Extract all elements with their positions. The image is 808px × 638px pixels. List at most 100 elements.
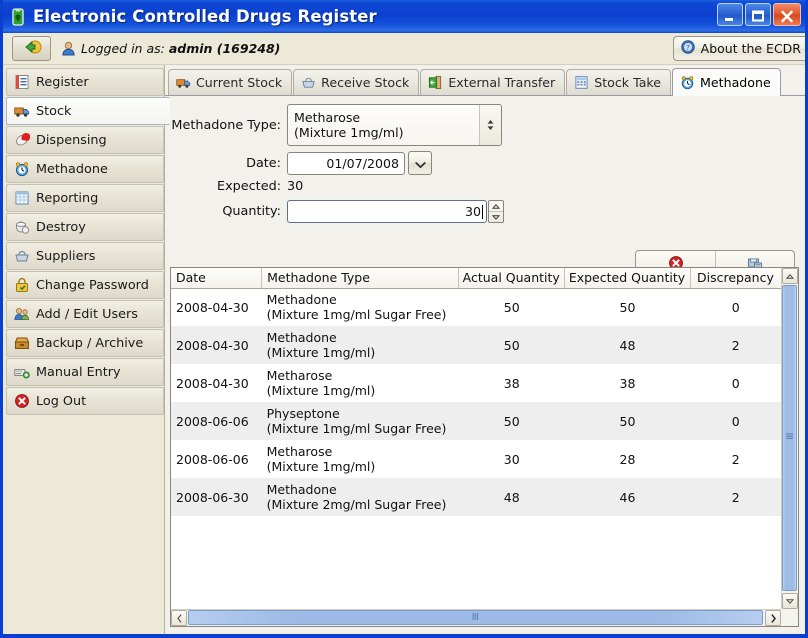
- sidebar-item-destroy[interactable]: Destroy: [6, 213, 164, 241]
- basket-icon: [301, 75, 316, 90]
- sidebar-item-stock[interactable]: Stock: [6, 97, 170, 125]
- cell-expected-quantity: 28: [619, 451, 636, 467]
- scroll-right-button[interactable]: [765, 610, 781, 626]
- cell-discrepancy: 0: [731, 413, 740, 429]
- sidebar-item-methadone[interactable]: Methadone: [6, 155, 164, 183]
- quantity-input[interactable]: 30: [287, 200, 487, 223]
- sidebar-item-register[interactable]: Register: [6, 68, 164, 96]
- sidebar-item-manual-entry[interactable]: Manual Entry: [6, 358, 164, 386]
- sidebar-item-dispensing[interactable]: Dispensing: [6, 126, 164, 154]
- table-row[interactable]: 2008-06-06 Physeptone (Mixture 1mg/ml Sug…: [171, 402, 781, 440]
- grip-icon: [785, 433, 794, 443]
- cell-expected-quantity: 50: [619, 299, 636, 315]
- cell-actual-quantity: 50: [503, 413, 520, 429]
- table-row[interactable]: 2008-06-30 Methadone (Mixture 2mg/ml Suga…: [171, 478, 781, 516]
- logged-in-status: Logged in as: admin (169248): [81, 41, 280, 56]
- archive-icon: [14, 335, 30, 351]
- methadone-type-value-line1: Metharose: [294, 110, 361, 125]
- sidebar-item-reporting[interactable]: Reporting: [6, 184, 164, 212]
- keyboard-icon: [14, 364, 30, 380]
- cell-expected-quantity: 48: [619, 337, 636, 353]
- cell-discrepancy: 2: [731, 337, 740, 353]
- maximize-button[interactable]: [745, 3, 771, 26]
- table-vertical-scrollbar[interactable]: [781, 268, 798, 609]
- table-row[interactable]: 2008-04-30 Methadone (Mixture 1mg/ml Suga…: [171, 288, 781, 326]
- expected-value: 30: [287, 179, 304, 194]
- cell-methadone-type: Methadone (Mixture 1mg/ml): [266, 330, 376, 360]
- tab-stock-take[interactable]: Stock Take: [566, 69, 672, 95]
- sidebar-item-label: Add / Edit Users: [36, 306, 138, 322]
- transfer-icon: [428, 75, 443, 90]
- table-horizontal-scrollbar[interactable]: [171, 609, 781, 626]
- about-button[interactable]: ? About the ECDR: [672, 36, 805, 61]
- scroll-down-button[interactable]: [782, 593, 798, 609]
- grip-icon: [472, 612, 479, 624]
- sidebar: Register Stock Dispensing Methadone Repo…: [3, 65, 170, 634]
- minimize-button[interactable]: [717, 3, 743, 26]
- table-row[interactable]: 2008-06-06 Metharose (Mixture 1mg/ml) 30 …: [171, 440, 781, 478]
- scroll-thumb-horizontal[interactable]: [188, 610, 763, 625]
- column-header-expected-quantity[interactable]: Expected Quantity: [564, 268, 691, 289]
- cell-actual-quantity: 48: [503, 489, 520, 505]
- stock-take-table-container: Date Methadone Type Actual Quantity Expe…: [170, 267, 799, 627]
- methadone-type-select[interactable]: Metharose (Mixture 1mg/ml): [287, 104, 502, 146]
- date-input[interactable]: 01/07/2008: [287, 151, 405, 175]
- tab-receive-stock[interactable]: Receive Stock: [293, 69, 420, 95]
- cell-discrepancy: 0: [731, 299, 740, 315]
- cell-actual-quantity: 50: [503, 299, 520, 315]
- users-icon: [14, 306, 30, 322]
- minimize-icon: [723, 8, 737, 21]
- column-header-methadone-type[interactable]: Methadone Type: [261, 268, 460, 289]
- column-header-actual-quantity[interactable]: Actual Quantity: [458, 268, 566, 289]
- methadone-history-table: Date Methadone Type Actual Quantity Expe…: [171, 268, 781, 516]
- table-row[interactable]: 2008-04-30 Metharose (Mixture 1mg/ml) 38 …: [171, 364, 781, 402]
- date-value: 01/07/2008: [326, 155, 399, 171]
- switch-user-button[interactable]: [12, 36, 51, 61]
- window-controls: [717, 3, 801, 26]
- tab-label: Current Stock: [196, 75, 283, 90]
- tab-methadone[interactable]: Methadone: [672, 68, 781, 96]
- date-picker-button[interactable]: [408, 151, 432, 175]
- column-header-discrepancy[interactable]: Discrepancy: [690, 268, 781, 289]
- table-header-row: Date Methadone Type Actual Quantity Expe…: [171, 268, 781, 289]
- cell-methadone-type: Physeptone (Mixture 1mg/ml Sugar Free): [266, 406, 447, 436]
- tab-label: Methadone: [700, 75, 771, 90]
- application-window: Electronic Controlled Drugs Register Log…: [0, 0, 808, 638]
- table-row[interactable]: 2008-04-30 Methadone (Mixture 1mg/ml) 50 …: [171, 326, 781, 364]
- scroll-thumb-vertical[interactable]: [782, 285, 797, 591]
- cell-actual-quantity: 50: [503, 337, 520, 353]
- sidebar-item-label: Change Password: [36, 277, 149, 293]
- tab-label: Stock Take: [594, 75, 662, 90]
- column-header-date[interactable]: Date: [171, 268, 263, 289]
- text-caret: [482, 204, 483, 219]
- stepper-up-icon[interactable]: [489, 201, 503, 211]
- sidebar-item-log-out[interactable]: Log Out: [6, 387, 164, 415]
- clock-icon: [680, 75, 695, 90]
- tab-label: External Transfer: [448, 75, 556, 90]
- cell-date: 2008-04-30: [176, 337, 249, 353]
- scrollbar-corner: [781, 609, 798, 626]
- main-panel: Current Stock Receive Stock External Tra…: [164, 65, 805, 634]
- cell-expected-quantity: 38: [619, 375, 636, 391]
- scroll-left-button[interactable]: [171, 610, 187, 626]
- methadone-form: Methadone Type: Metharose (Mixture 1mg/m…: [165, 96, 805, 296]
- scroll-up-button[interactable]: [782, 268, 798, 284]
- tab-external-transfer[interactable]: External Transfer: [420, 69, 566, 95]
- sidebar-item-label: Manual Entry: [36, 364, 121, 380]
- quantity-value: 30: [464, 204, 481, 219]
- sidebar-item-add-edit-users[interactable]: Add / Edit Users: [6, 300, 164, 328]
- sidebar-item-label: Suppliers: [36, 248, 96, 264]
- tab-current-stock[interactable]: Current Stock: [168, 69, 293, 95]
- sidebar-item-change-password[interactable]: Change Password: [6, 271, 164, 299]
- cell-discrepancy: 2: [731, 451, 740, 467]
- cell-date: 2008-04-30: [176, 299, 249, 315]
- help-icon: ?: [680, 40, 695, 57]
- stepper-down-icon[interactable]: [489, 211, 503, 222]
- chevron-updown-icon[interactable]: [479, 105, 501, 145]
- sidebar-item-suppliers[interactable]: Suppliers: [6, 242, 164, 270]
- sidebar-item-backup-archive[interactable]: Backup / Archive: [6, 329, 164, 357]
- maximize-icon: [751, 8, 765, 22]
- sidebar-item-label: Destroy: [36, 219, 86, 235]
- quantity-stepper[interactable]: [488, 200, 504, 223]
- close-button[interactable]: [773, 3, 801, 26]
